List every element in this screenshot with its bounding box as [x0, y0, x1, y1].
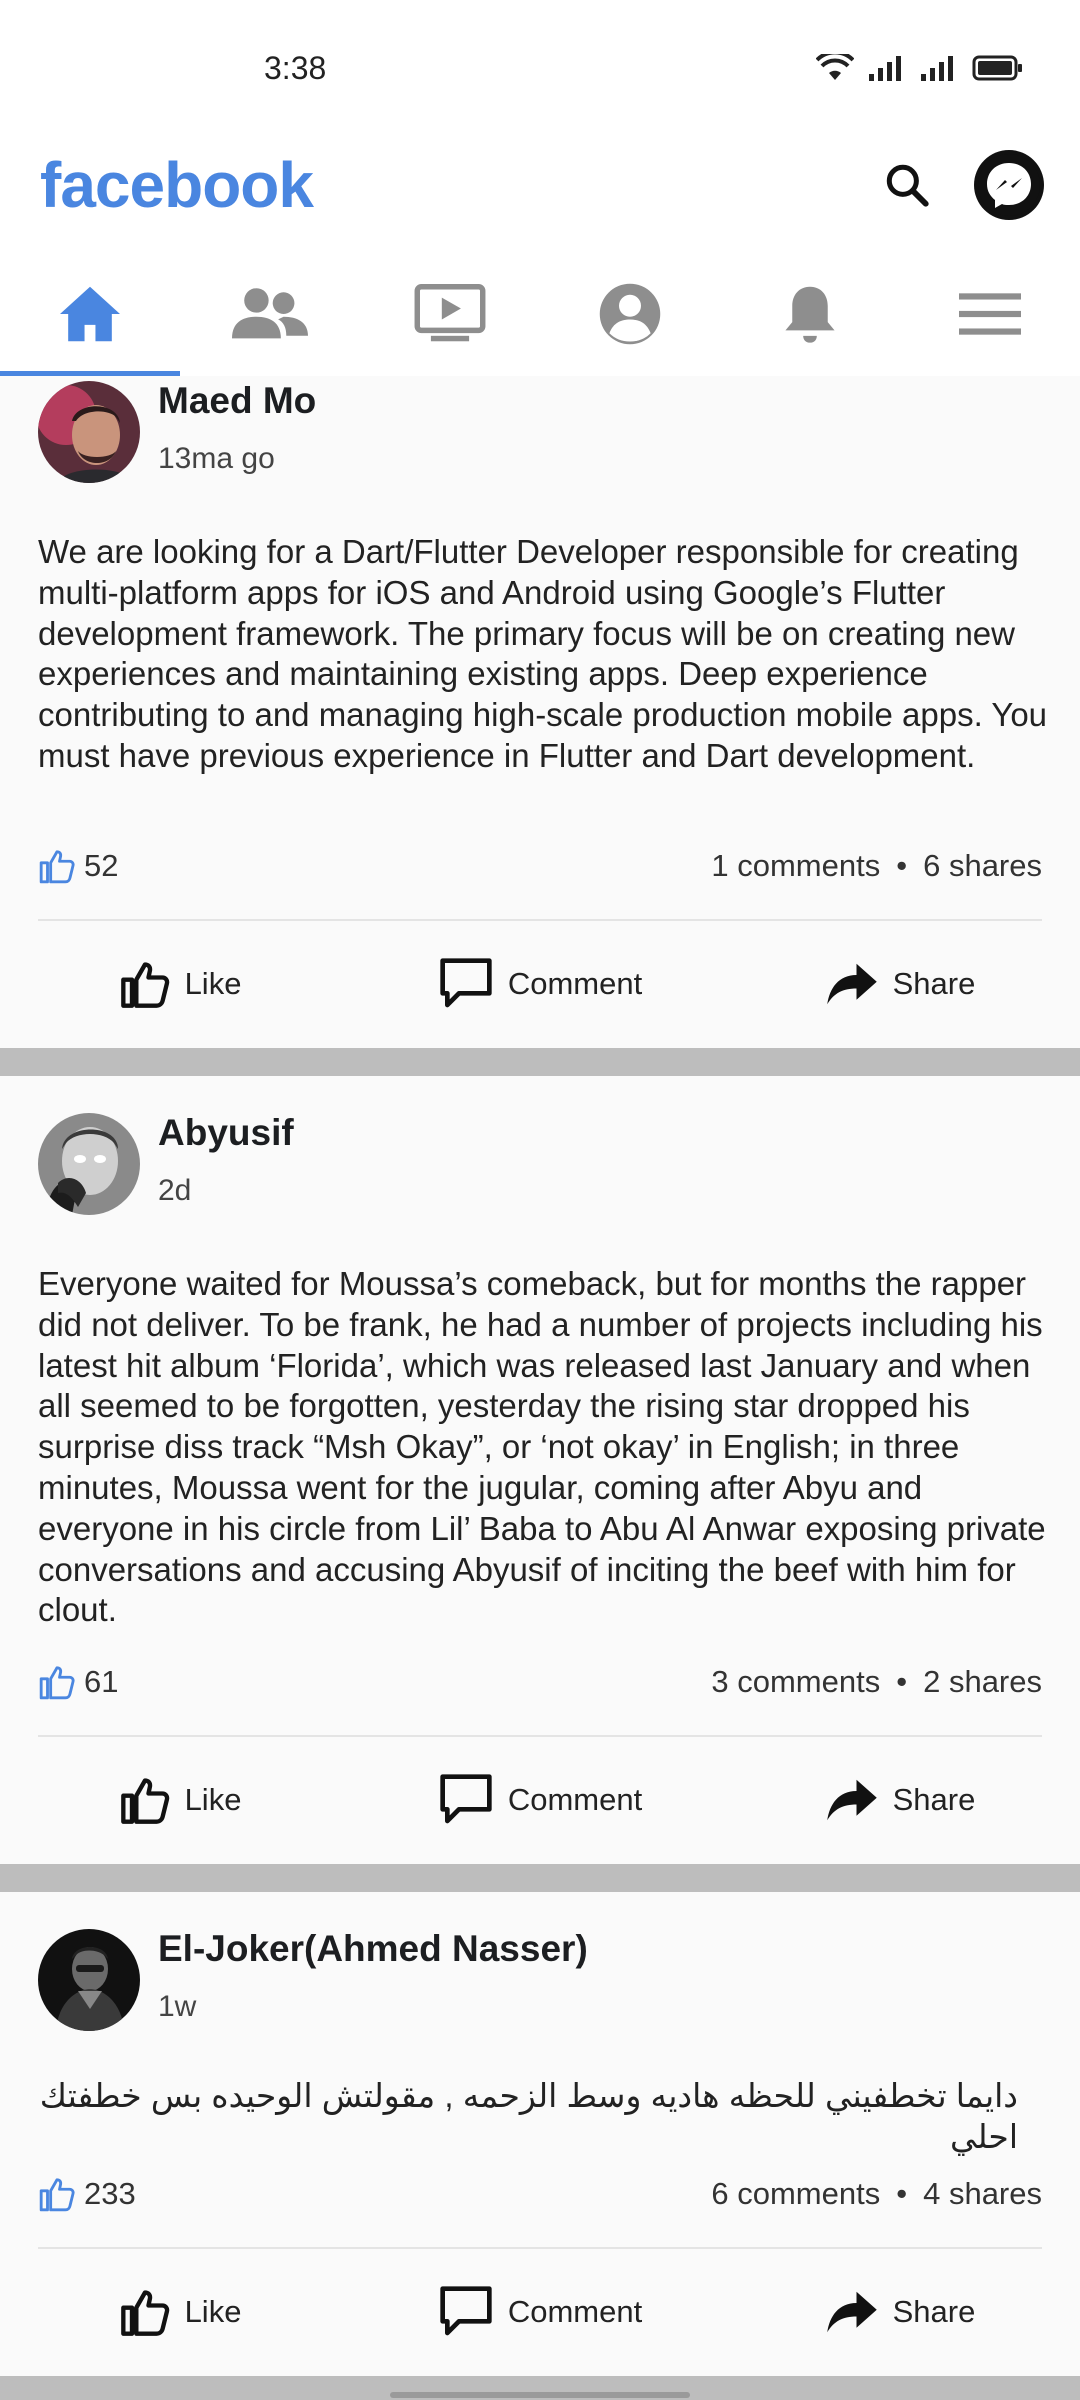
home-icon — [60, 286, 120, 342]
wifi-icon — [816, 54, 854, 80]
separator-dot: • — [896, 1664, 908, 1699]
thumbs-up-icon — [39, 2178, 75, 2212]
signal-icon — [869, 56, 901, 81]
share-label: Share — [892, 1782, 976, 1817]
post-card: Abyusif 2d Everyone waited for Moussa’s … — [0, 1076, 1080, 1864]
post-stats: 233 6 comments • 4 shares — [38, 2172, 1042, 2216]
post-text: Everyone waited for Moussa’s comeback, b… — [38, 1265, 1046, 1629]
news-feed[interactable]: Maed Mo 13ma go We are looking for a Dar… — [0, 376, 1080, 2400]
share-button[interactable]: Share — [750, 1760, 1050, 1840]
like-count[interactable]: 52 — [38, 847, 118, 885]
video-icon — [414, 284, 486, 342]
menu-icon — [959, 293, 1021, 335]
post-stats: 61 3 comments • 2 shares — [38, 1660, 1042, 1704]
tab-bar — [0, 252, 1080, 376]
search-icon — [886, 164, 929, 207]
friends-icon — [232, 288, 308, 339]
thumbs-up-icon — [39, 1666, 75, 1700]
avatar[interactable] — [38, 1929, 140, 2031]
like-button[interactable]: Like — [30, 944, 330, 1024]
tab-friends[interactable] — [180, 252, 360, 376]
bell-icon — [785, 286, 835, 343]
avatar[interactable] — [38, 1113, 140, 1215]
comment-count[interactable]: 3 comments — [711, 1664, 880, 1700]
thumbs-up-icon — [39, 850, 75, 884]
comment-count[interactable]: 1 comments — [711, 848, 880, 884]
post-author[interactable]: El-Joker(Ahmed Nasser) — [158, 1928, 588, 1970]
post-author[interactable]: Maed Mo — [158, 380, 316, 422]
comment-icon — [440, 1774, 492, 1824]
post-card: El-Joker(Ahmed Nasser) 1w دايما تخطفيني … — [0, 1892, 1080, 2376]
share-button[interactable]: Share — [750, 944, 1050, 1024]
comment-icon — [440, 2286, 492, 2336]
messenger-icon — [978, 154, 1040, 216]
app-header: facebook — [0, 140, 1080, 250]
post-time: 2d — [158, 1174, 192, 1207]
tab-profile[interactable] — [540, 252, 720, 376]
like-count-value: 61 — [84, 1664, 119, 1699]
comment-button[interactable]: Comment — [390, 2272, 690, 2352]
divider — [38, 1735, 1042, 1737]
post-time: 1w — [158, 1990, 197, 2023]
like-count-value: 52 — [84, 848, 119, 883]
comment-label: Comment — [507, 2294, 643, 2329]
like-count[interactable]: 61 — [38, 1663, 118, 1701]
share-button[interactable]: Share — [750, 2272, 1050, 2352]
like-button[interactable]: Like — [30, 1760, 330, 1840]
divider — [38, 2247, 1042, 2249]
like-icon — [120, 962, 169, 1008]
comment-count[interactable]: 6 comments — [711, 2176, 880, 2212]
post-text: دايما تخطفيني للحظه هاديه وسط الزحمه , م… — [39, 2077, 1018, 2155]
profile-icon — [599, 283, 661, 345]
tab-notifications[interactable] — [720, 252, 900, 376]
share-count[interactable]: 6 shares — [923, 848, 1042, 884]
tab-menu[interactable] — [900, 252, 1080, 376]
tab-home[interactable] — [0, 252, 180, 376]
post-author[interactable]: Abyusif — [158, 1112, 294, 1154]
like-label: Like — [184, 2294, 242, 2329]
like-label: Like — [184, 966, 242, 1001]
separator-dot: • — [896, 2176, 908, 2211]
share-count[interactable]: 2 shares — [923, 1664, 1042, 1700]
post-text: We are looking for a Dart/Flutter Develo… — [38, 533, 1048, 774]
divider — [38, 919, 1042, 921]
like-count-value: 233 — [84, 2176, 136, 2211]
home-indicator[interactable] — [390, 2392, 690, 2398]
status-time: 3:38 — [264, 50, 327, 86]
search-button[interactable] — [872, 150, 942, 220]
tab-watch[interactable] — [360, 252, 540, 376]
post-actions: Like Comment Share — [0, 2272, 1080, 2352]
share-icon — [826, 2291, 877, 2333]
comment-label: Comment — [507, 966, 643, 1001]
post-actions: Like Comment Share — [0, 1760, 1080, 1840]
comment-button[interactable]: Comment — [390, 944, 690, 1024]
post-stats: 52 1 comments • 6 shares — [38, 844, 1042, 888]
comment-button[interactable]: Comment — [390, 1760, 690, 1840]
share-count[interactable]: 4 shares — [923, 2176, 1042, 2212]
facebook-logo[interactable]: facebook — [40, 148, 314, 222]
post-actions: Like Comment Share — [0, 944, 1080, 1024]
comment-label: Comment — [507, 1782, 643, 1817]
messenger-button[interactable] — [974, 150, 1044, 220]
post-time: 13ma go — [158, 442, 275, 475]
like-icon — [120, 2290, 169, 2336]
share-icon — [826, 1779, 877, 1821]
avatar[interactable] — [38, 381, 140, 483]
share-icon — [826, 963, 877, 1005]
post-card: Maed Mo 13ma go We are looking for a Dar… — [0, 376, 1080, 1048]
share-label: Share — [892, 966, 976, 1001]
status-bar: 3:38 — [0, 0, 1080, 140]
share-label: Share — [892, 2294, 976, 2329]
like-icon — [120, 1778, 169, 1824]
signal-icon-2 — [921, 56, 953, 81]
battery-icon — [972, 55, 1022, 81]
separator-dot: • — [896, 848, 908, 883]
like-button[interactable]: Like — [30, 2272, 330, 2352]
like-count[interactable]: 233 — [38, 2175, 136, 2213]
like-label: Like — [184, 1782, 242, 1817]
status-icons — [816, 54, 1024, 82]
comment-icon — [440, 958, 492, 1008]
